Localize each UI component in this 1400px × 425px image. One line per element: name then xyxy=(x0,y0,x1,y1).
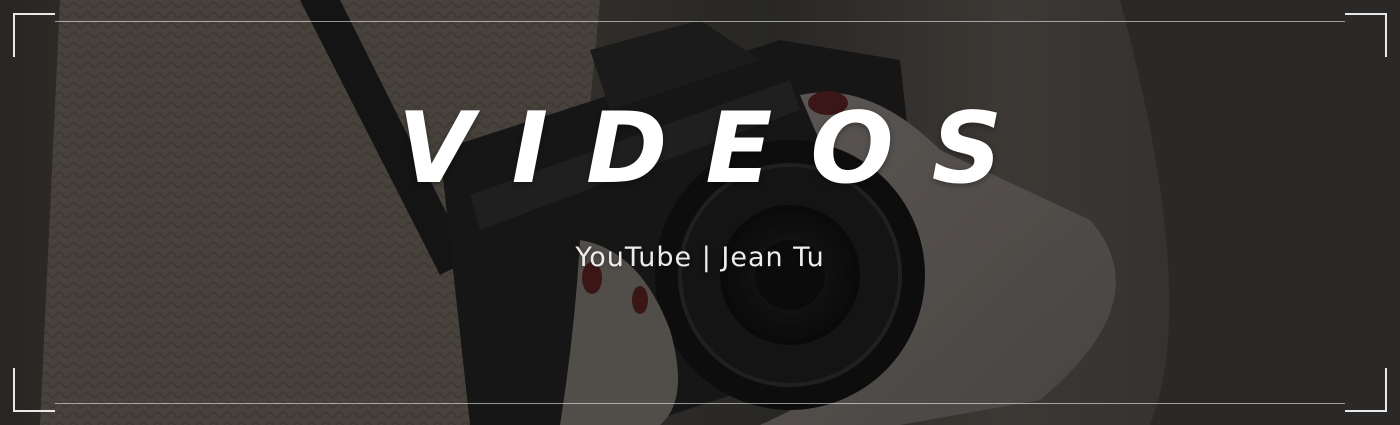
corner-top-left-v xyxy=(13,13,15,57)
corner-bottom-right-v xyxy=(1385,368,1387,412)
videos-banner: VIDEOS YouTube | Jean Tu xyxy=(0,0,1400,425)
banner-subtitle: YouTube | Jean Tu xyxy=(575,242,825,273)
corner-top-right-h xyxy=(1345,13,1387,15)
corner-top-right-v xyxy=(1385,13,1387,57)
frame-bottom-line xyxy=(55,403,1345,404)
corner-bottom-left-v xyxy=(13,368,15,412)
banner-title: VIDEOS xyxy=(397,92,1041,206)
corner-bottom-left-h xyxy=(13,410,55,412)
frame-top-line xyxy=(55,21,1345,22)
dark-overlay xyxy=(0,0,1400,425)
corner-top-left-h xyxy=(13,13,55,15)
corner-bottom-right-h xyxy=(1345,410,1387,412)
